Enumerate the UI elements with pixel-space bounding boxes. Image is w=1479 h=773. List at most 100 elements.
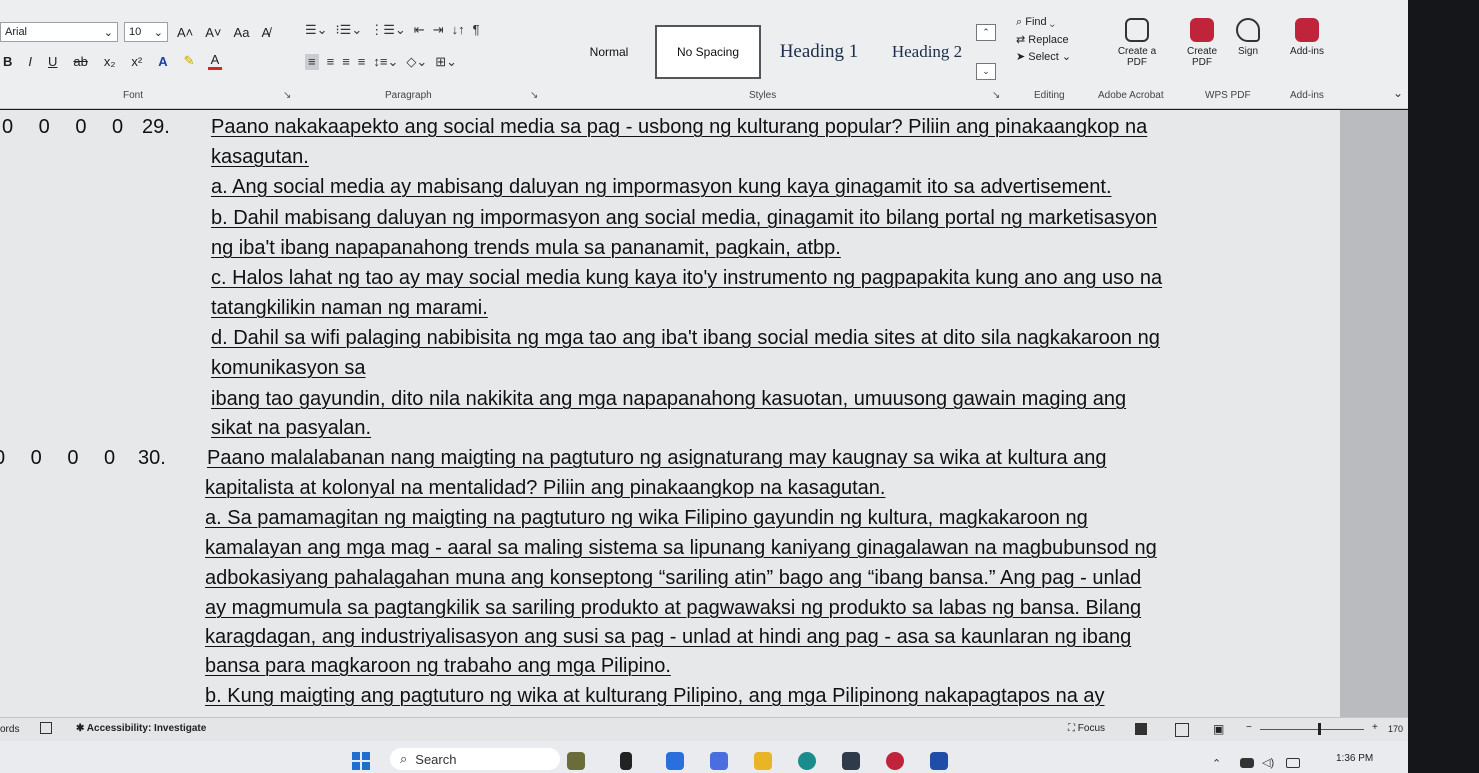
more-styles-icon[interactable]: ⌄	[976, 63, 996, 80]
increase-indent-icon[interactable]: ⇥	[433, 22, 444, 38]
superscript-button[interactable]: x²	[128, 54, 145, 69]
network-icon[interactable]	[1240, 758, 1254, 768]
q30-choice-a: a. Sa pamamagitan ng maigting na pagtutu…	[205, 507, 1088, 529]
font-size-value: 10	[129, 26, 142, 38]
launcher-icon[interactable]: ↘	[283, 90, 291, 101]
taskbar-search[interactable]: ⌕ Search	[390, 748, 560, 770]
question-number-29: 29.	[142, 116, 170, 138]
screen-bezel	[1408, 0, 1479, 773]
change-case-button[interactable]: Aa	[231, 25, 253, 40]
store-icon[interactable]	[842, 752, 860, 770]
select-label: Select	[1028, 51, 1059, 63]
wps-sign-button[interactable]: Sign	[1230, 18, 1266, 57]
app-icon[interactable]	[886, 752, 904, 770]
chevron-up-icon[interactable]: ⌃	[1212, 757, 1221, 770]
web-layout-icon[interactable]: ▣	[1213, 722, 1224, 736]
acrobat-create-pdf-button[interactable]: Create a PDF	[1110, 18, 1164, 68]
zoom-slider-thumb[interactable]	[1318, 723, 1321, 735]
edge-browser-icon[interactable]	[798, 752, 816, 770]
add-ins-group-label: Add-ins	[1290, 90, 1324, 101]
search-placeholder: Search	[415, 751, 457, 767]
select-button[interactable]: ➤ Select ⌄	[1016, 50, 1071, 63]
chevron-up-icon[interactable]: ⌃	[976, 24, 996, 41]
ribbon: Arial ⌄ 10 ⌄ A˄ A˅ Aa A̸ B I U ab x₂ x² A …	[0, 0, 1408, 109]
q30-choice-b: b. Kung maigting ang pagtuturo ng wika a…	[205, 685, 1105, 707]
collapse-ribbon-icon[interactable]: ⌄	[1393, 86, 1403, 100]
subscript-button[interactable]: x₂	[101, 54, 119, 69]
align-right-icon[interactable]: ≡	[342, 54, 350, 70]
read-mode-icon[interactable]	[1135, 723, 1147, 735]
borders-icon[interactable]: ⊞⌄	[435, 54, 457, 70]
launcher-icon[interactable]: ↘	[992, 90, 1000, 101]
file-explorer-icon[interactable]	[754, 752, 772, 770]
shrink-font-button[interactable]: A˅	[202, 25, 224, 40]
align-center-icon[interactable]: ≡	[327, 54, 335, 70]
font-size-combo[interactable]: 10 ⌄	[124, 22, 168, 42]
paragraph-row-2: ≡ ≡ ≡ ≡ ↕≡⌄ ◇⌄ ⊞⌄	[305, 54, 457, 70]
numbering-icon[interactable]: ⁝☰⌄	[336, 22, 363, 38]
sort-button[interactable]: ↓↑	[452, 22, 465, 38]
zoom-slider-track[interactable]	[1260, 729, 1364, 730]
q29-choice-b: b. Dahil mabisang daluyan ng impormasyon…	[211, 207, 1158, 229]
show-marks-button[interactable]: ¶	[473, 22, 480, 38]
chat-icon[interactable]	[666, 752, 684, 770]
windows-start-icon[interactable]	[352, 752, 370, 770]
zoom-in-button[interactable]: +	[1372, 722, 1378, 733]
align-left-icon[interactable]: ≡	[305, 54, 319, 70]
bold-button[interactable]: B	[0, 54, 15, 69]
volume-icon[interactable]: ◁)	[1262, 756, 1274, 769]
justify-icon[interactable]: ≡	[358, 54, 366, 70]
underline-button[interactable]: U	[45, 54, 60, 69]
q29-choice-d: d. Dahil sa wifi palaging nabibisita ng …	[211, 327, 1160, 349]
document-margin	[1340, 110, 1408, 717]
italic-button[interactable]: I	[25, 54, 35, 69]
pen-icon	[1236, 18, 1260, 42]
add-ins-button[interactable]: Add-ins	[1285, 18, 1329, 57]
font-color-button[interactable]: A	[207, 52, 223, 70]
print-layout-icon[interactable]	[1175, 723, 1189, 737]
q30-choice-a-cont-1: kamalayan ang mga mag - aaral sa maling …	[205, 537, 1157, 559]
task-view-icon[interactable]	[620, 752, 632, 770]
search-icon: ⌕	[400, 751, 408, 766]
text-effects-button[interactable]: A	[155, 54, 170, 69]
style-normal[interactable]: Normal	[563, 25, 655, 79]
wps-create-pdf-button[interactable]: Create PDF	[1182, 18, 1222, 68]
zoom-level[interactable]: 170	[1388, 724, 1403, 734]
shading-icon[interactable]: ◇⌄	[406, 54, 427, 70]
q29-choice-c-cont: tatangkilikin naman ng marami.	[211, 297, 488, 319]
multilevel-list-icon[interactable]: ⋮☰⌄	[370, 22, 406, 38]
widgets-icon[interactable]	[567, 752, 585, 770]
replace-button[interactable]: ⇄ Replace	[1016, 33, 1071, 46]
focus-icon: ⛶	[1068, 723, 1078, 734]
line-spacing-icon[interactable]: ↕≡⌄	[373, 54, 398, 70]
battery-icon[interactable]	[1286, 758, 1300, 768]
focus-button[interactable]: ⛶ Focus	[1068, 723, 1105, 734]
word-count[interactable]: ords	[0, 724, 19, 735]
highlight-icon[interactable]: ✎	[181, 53, 198, 69]
styles-scroll: ⌃ ⌄	[976, 24, 996, 80]
launcher-icon[interactable]: ↘	[530, 90, 538, 101]
q29-line-1: Paano nakakaapekto ang social media sa p…	[211, 116, 1148, 138]
q30-line-1: Paano malalabanan nang maigting na pagtu…	[207, 447, 1107, 469]
word-icon[interactable]	[930, 752, 948, 770]
grow-font-button[interactable]: A˄	[174, 25, 196, 40]
accessibility-status[interactable]: ✱ Accessibility: Investigate	[76, 723, 206, 734]
teams-icon[interactable]	[710, 752, 728, 770]
style-no-spacing[interactable]: No Spacing	[655, 25, 761, 79]
strikethrough-button[interactable]: ab	[70, 54, 90, 69]
clear-format-icon[interactable]: A̸	[258, 25, 273, 40]
styles-gallery: Normal No Spacing Heading 1 Heading 2	[563, 24, 977, 80]
q30-choice-a-cont-2: adbokasiyang pahalagahan muna ang konsep…	[205, 567, 1142, 589]
clock-time[interactable]: 1:36 PM	[1336, 753, 1373, 764]
proofing-icon[interactable]	[40, 722, 52, 734]
style-heading-1[interactable]: Heading 1	[761, 25, 877, 79]
decrease-indent-icon[interactable]: ⇤	[414, 22, 425, 38]
zoom-out-button[interactable]: −	[1246, 722, 1252, 733]
find-button[interactable]: ⌕ Find ⌄	[1016, 16, 1071, 29]
grid-icon	[1295, 18, 1319, 42]
q29-choice-d-cont: komunikasyon sa	[211, 357, 366, 379]
style-heading-2[interactable]: Heading 2	[877, 25, 977, 79]
search-icon: ⌕	[1016, 16, 1026, 28]
font-name-combo[interactable]: Arial ⌄	[0, 22, 118, 42]
bullets-icon[interactable]: ☰⌄	[305, 22, 328, 38]
